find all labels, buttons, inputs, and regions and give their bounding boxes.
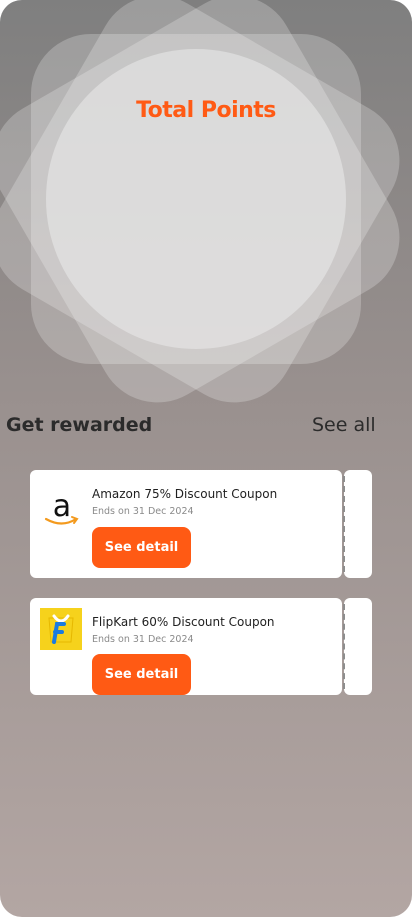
coupon-expiry-date: Ends on 31 Dec 2024	[92, 506, 194, 517]
amazon-logo-icon: a	[40, 486, 84, 530]
coupon-title: Amazon 75% Discount Coupon	[92, 487, 278, 501]
coupon-stub	[344, 470, 372, 578]
coupon-title: FlipKart 60% Discount Coupon	[92, 615, 275, 629]
coupon-card-amazon[interactable]: a Amazon 75% Discount Coupon Ends on 31 …	[30, 470, 372, 578]
points-badge	[0, 0, 412, 420]
coupon-perforation	[343, 604, 345, 689]
coupon-card-flipkart[interactable]: FlipKart 60% Discount Coupon Ends on 31 …	[30, 598, 372, 695]
see-detail-button[interactable]: See detail	[92, 654, 191, 695]
see-all-link[interactable]: See all	[312, 414, 376, 436]
rewards-screen: Total Points Get rewarded See all a Amaz…	[0, 0, 412, 917]
section-title: Get rewarded	[6, 414, 153, 436]
svg-text:a: a	[53, 489, 71, 524]
coupon-expiry-date: Ends on 31 Dec 2024	[92, 634, 194, 645]
flipkart-logo-icon	[40, 608, 82, 650]
coupon-perforation	[343, 476, 345, 572]
total-points-title: Total Points	[136, 98, 276, 123]
see-detail-button[interactable]: See detail	[92, 527, 191, 568]
coupon-stub	[344, 598, 372, 695]
